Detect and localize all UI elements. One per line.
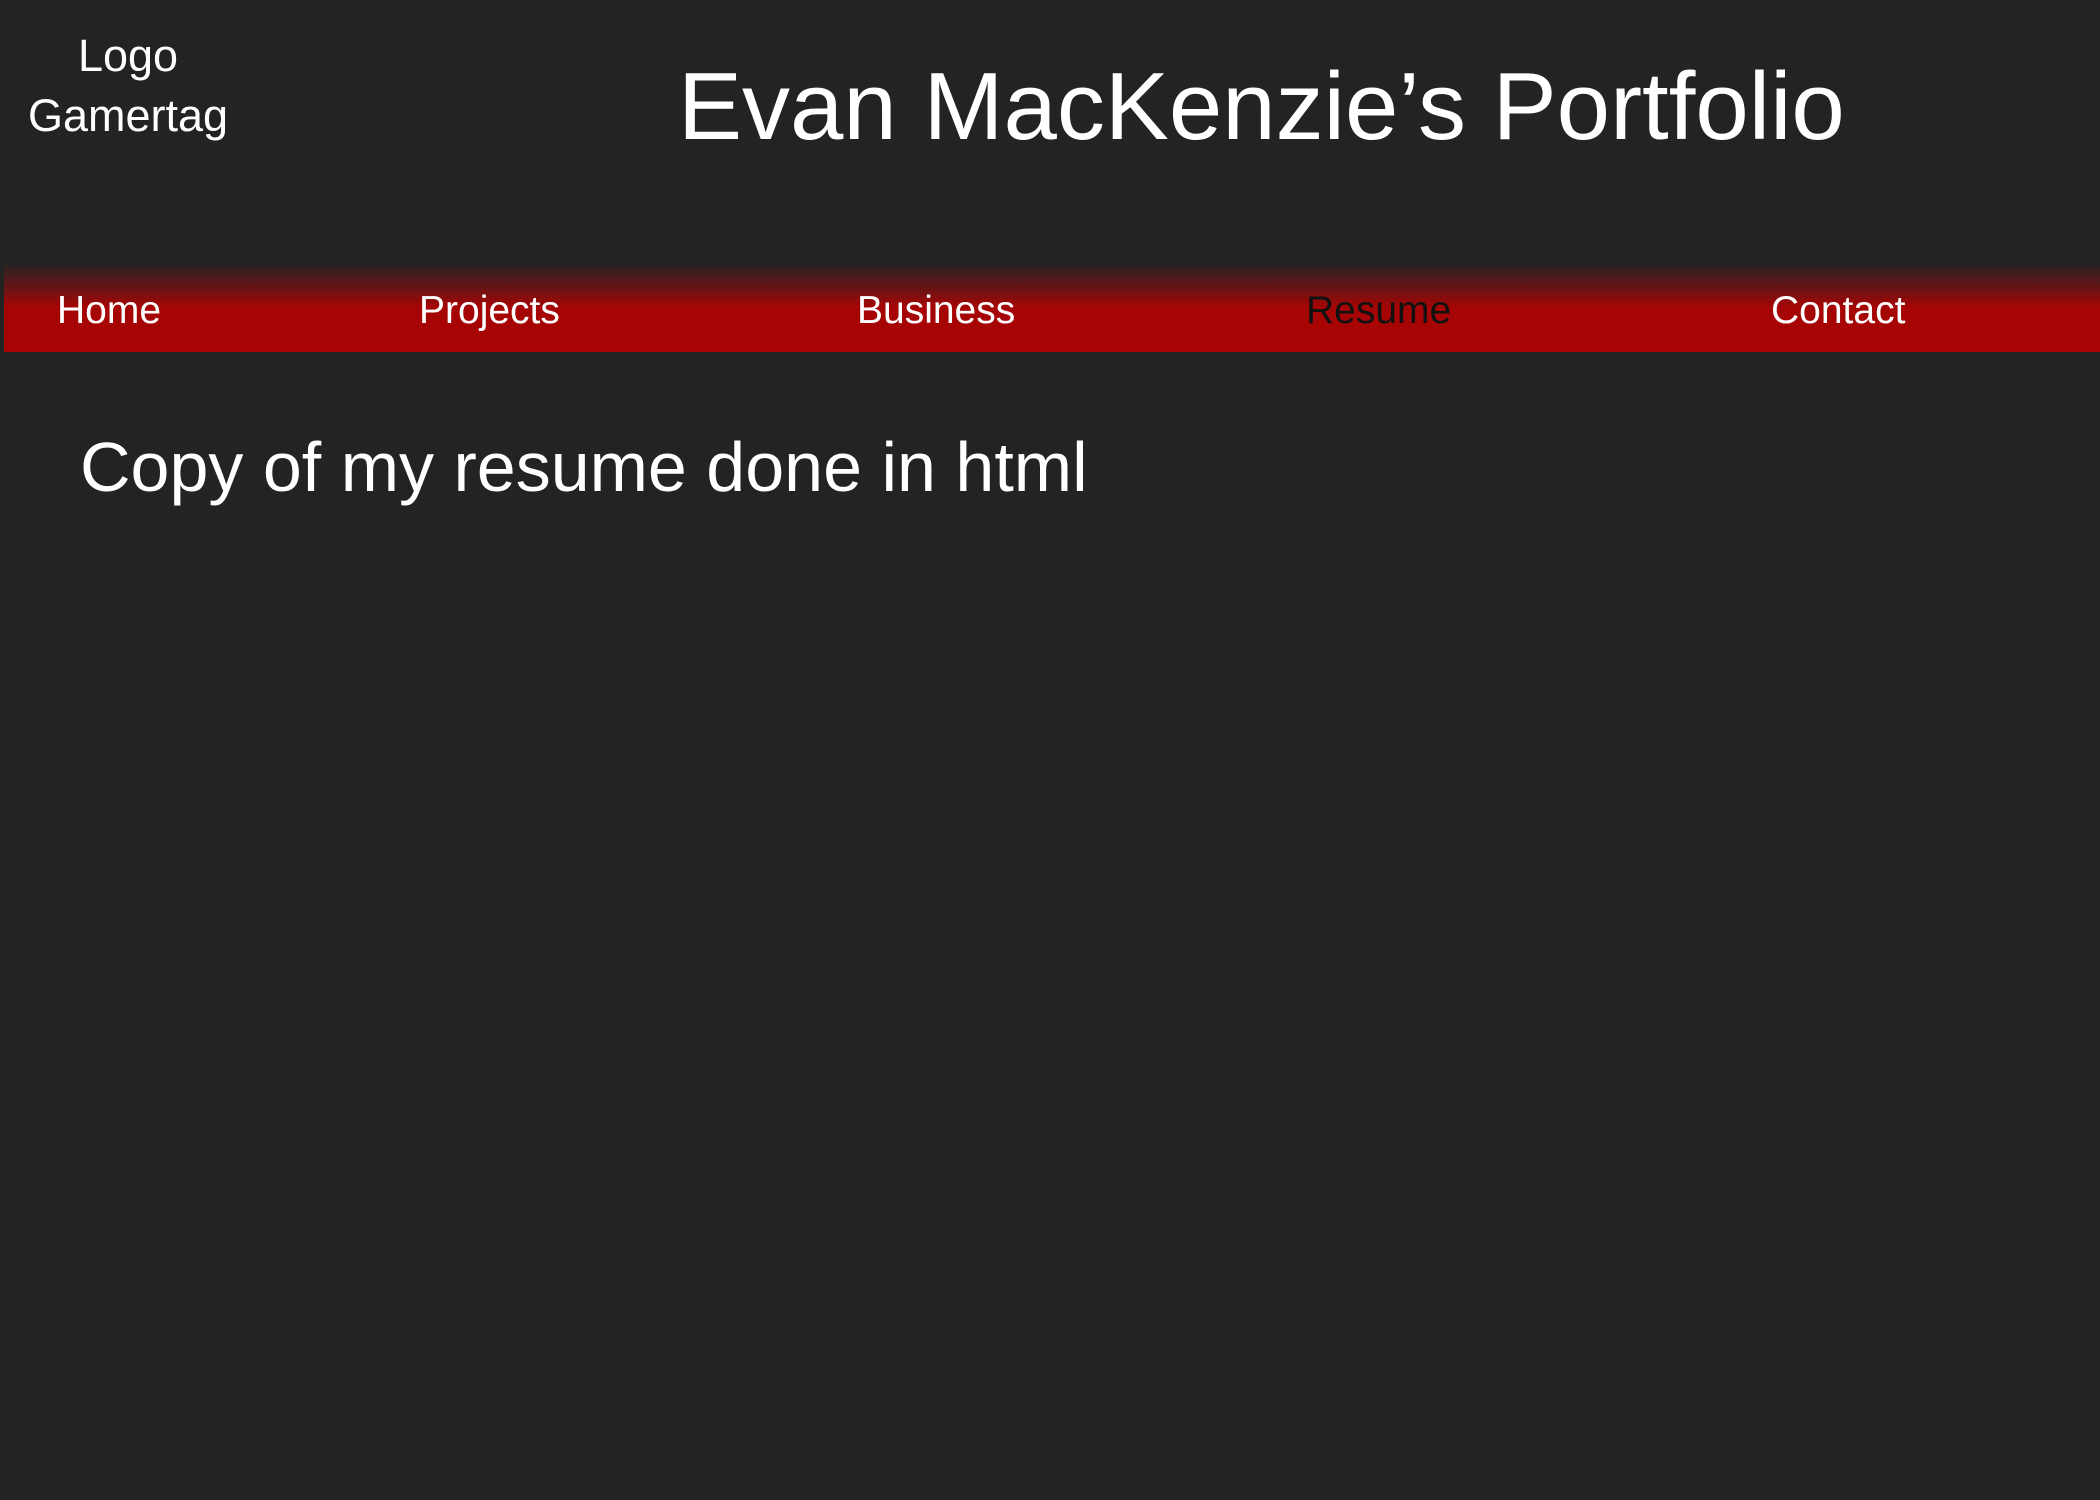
logo-text: Logo [77, 30, 179, 81]
logo[interactable]: Logo Gamertag [20, 26, 236, 146]
page-title: Evan MacKenzie’s Portfolio [678, 53, 1845, 160]
nav-home[interactable]: Home [57, 286, 161, 336]
nav-contact[interactable]: Contact [1771, 286, 1905, 336]
nav-business[interactable]: Business [857, 286, 1015, 336]
nav-projects[interactable]: Projects [419, 286, 560, 336]
resume-description: Copy of my resume done in html [80, 428, 1088, 506]
nav-bar: Home Projects Business Resume Contact [4, 262, 2100, 352]
gamertag-text: Gamertag [27, 90, 229, 141]
nav-resume[interactable]: Resume [1306, 286, 1451, 336]
